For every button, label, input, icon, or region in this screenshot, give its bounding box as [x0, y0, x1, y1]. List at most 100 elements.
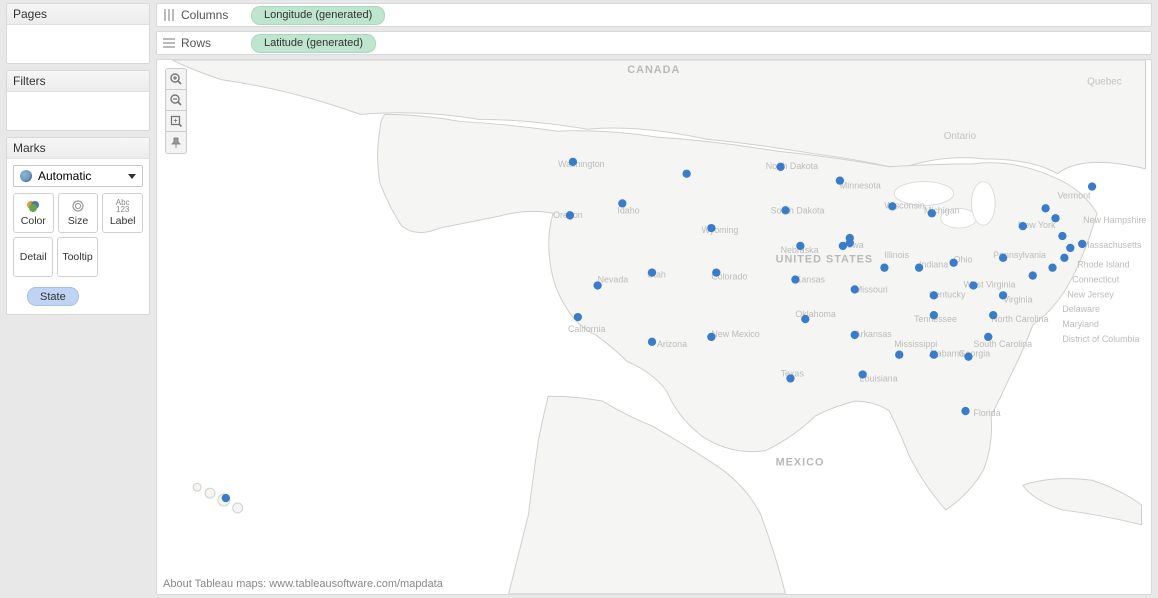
rows-icon — [163, 38, 175, 48]
filters-header: Filters — [7, 71, 149, 92]
rows-pill-latitude[interactable]: Latitude (generated) — [251, 34, 376, 53]
state-label: Arkansas — [855, 329, 893, 339]
marks-label-label: Label — [110, 215, 136, 227]
data-point[interactable] — [1041, 204, 1049, 212]
detail-pill-state[interactable]: State — [27, 287, 79, 306]
data-point[interactable] — [796, 242, 804, 250]
data-point[interactable] — [707, 224, 715, 232]
region-label: Quebec — [1087, 77, 1122, 88]
pages-shelf[interactable] — [7, 25, 149, 63]
columns-pill-longitude[interactable]: Longitude (generated) — [251, 6, 385, 25]
data-point[interactable] — [1066, 244, 1074, 252]
data-point[interactable] — [222, 494, 230, 502]
state-label: Wyoming — [701, 225, 738, 235]
data-point[interactable] — [618, 199, 626, 207]
columns-icon — [164, 9, 174, 21]
data-point[interactable] — [851, 331, 859, 339]
columns-shelf[interactable]: Columns Longitude (generated) — [156, 3, 1152, 27]
data-point[interactable] — [880, 264, 888, 272]
data-point[interactable] — [999, 291, 1007, 299]
marks-tooltip-button[interactable]: Tooltip — [57, 237, 97, 277]
data-point[interactable] — [851, 285, 859, 293]
data-point[interactable] — [682, 170, 690, 178]
data-point[interactable] — [930, 291, 938, 299]
pin-button[interactable] — [166, 132, 186, 153]
columns-label: Columns — [181, 8, 228, 22]
state-label: District of Columbia — [1062, 334, 1139, 344]
state-label: Rhode Island — [1077, 260, 1129, 270]
state-label: Florida — [973, 408, 1000, 418]
data-point[interactable] — [801, 315, 809, 323]
map-viz[interactable]: + — [156, 59, 1152, 595]
data-point[interactable] — [566, 211, 574, 219]
data-point[interactable] — [839, 242, 847, 250]
data-point[interactable] — [928, 209, 936, 217]
data-point[interactable] — [969, 281, 977, 289]
country-label: UNITED STATES — [776, 254, 874, 266]
zoom-area-button[interactable]: + — [166, 111, 186, 132]
data-point[interactable] — [964, 353, 972, 361]
chevron-down-icon — [128, 174, 136, 179]
zoom-out-button[interactable] — [166, 90, 186, 111]
data-point[interactable] — [999, 254, 1007, 262]
data-point[interactable] — [1029, 271, 1037, 279]
data-point[interactable] — [1060, 254, 1068, 262]
rows-shelf[interactable]: Rows Latitude (generated) — [156, 31, 1152, 55]
marks-label-button[interactable]: Abc123 Label — [102, 193, 143, 233]
data-point[interactable] — [989, 311, 997, 319]
data-point[interactable] — [1048, 264, 1056, 272]
pages-header: Pages — [7, 4, 149, 25]
data-point[interactable] — [781, 206, 789, 214]
data-point[interactable] — [984, 333, 992, 341]
marks-type-label: Automatic — [38, 169, 91, 183]
data-point[interactable] — [1088, 182, 1096, 190]
data-point[interactable] — [776, 163, 784, 171]
data-point[interactable] — [593, 281, 601, 289]
zoom-in-button[interactable] — [166, 69, 186, 90]
data-point[interactable] — [949, 259, 957, 267]
data-point[interactable] — [648, 338, 656, 346]
data-point[interactable] — [961, 407, 969, 415]
state-label: Kansas — [795, 275, 825, 285]
data-point[interactable] — [1019, 222, 1027, 230]
data-point[interactable] — [930, 311, 938, 319]
state-label: Missouri — [855, 284, 888, 294]
state-label: Massachusetts — [1082, 240, 1142, 250]
marks-header: Marks — [7, 138, 149, 159]
rows-label: Rows — [181, 36, 211, 50]
data-point[interactable] — [707, 333, 715, 341]
data-point[interactable] — [1058, 232, 1066, 240]
data-point[interactable] — [791, 275, 799, 283]
state-label: Arizona — [657, 339, 687, 349]
data-point[interactable] — [930, 351, 938, 359]
filters-shelf[interactable] — [7, 92, 149, 130]
marks-detail-button[interactable]: Detail — [13, 237, 53, 277]
state-label: California — [568, 324, 606, 334]
marks-size-button[interactable]: Size — [58, 193, 99, 233]
state-label: Minnesota — [840, 181, 881, 191]
marks-color-button[interactable]: Color — [13, 193, 54, 233]
state-label: Delaware — [1062, 304, 1100, 314]
data-point[interactable] — [836, 176, 844, 184]
data-point[interactable] — [574, 313, 582, 321]
state-label: South Dakota — [771, 205, 825, 215]
data-point[interactable] — [786, 374, 794, 382]
state-label: New Jersey — [1067, 289, 1114, 299]
color-icon — [26, 199, 40, 213]
data-point[interactable] — [859, 370, 867, 378]
state-label: Georgia — [959, 349, 991, 359]
data-point[interactable] — [895, 351, 903, 359]
data-point[interactable] — [569, 158, 577, 166]
state-label: Vermont — [1057, 190, 1091, 200]
data-point[interactable] — [846, 234, 854, 242]
marks-type-dropdown[interactable]: Automatic — [13, 165, 143, 187]
data-point[interactable] — [1078, 240, 1086, 248]
map-canvas[interactable]: UNITED STATESMEXICOCANADAOntarioQuebecWa… — [157, 60, 1151, 594]
data-point[interactable] — [1051, 214, 1059, 222]
state-label: Mississippi — [894, 339, 937, 349]
data-point[interactable] — [915, 264, 923, 272]
state-label: North Dakota — [766, 161, 818, 171]
data-point[interactable] — [712, 268, 720, 276]
data-point[interactable] — [888, 202, 896, 210]
data-point[interactable] — [648, 268, 656, 276]
